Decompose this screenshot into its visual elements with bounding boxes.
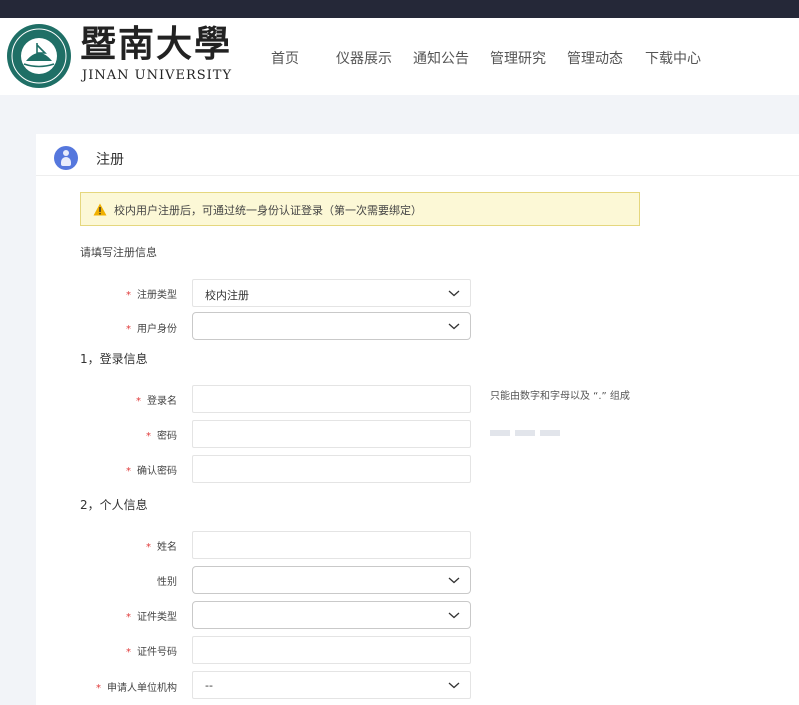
chevron-down-icon <box>448 323 460 330</box>
university-seal-icon <box>7 24 71 88</box>
required-mark: * <box>126 612 131 623</box>
org-label: * 申请人单位机构 <box>96 683 177 694</box>
nav-management-news[interactable]: 管理动态 <box>567 48 623 68</box>
login-name-input[interactable] <box>192 385 471 413</box>
id-number-input[interactable] <box>192 636 471 664</box>
name-label: * 姓名 <box>146 542 177 553</box>
name-input[interactable] <box>192 531 471 559</box>
notice-text: 校内用户注册后，可通过统一身份认证登录（第一次需要绑定） <box>114 204 422 217</box>
required-mark: * <box>136 396 141 407</box>
user-identity-label: * 用户身份 <box>126 324 177 335</box>
nav-management-research[interactable]: 管理研究 <box>490 48 546 68</box>
chevron-down-icon <box>448 290 460 297</box>
nav-notices[interactable]: 通知公告 <box>413 48 469 68</box>
page-title: 注册 <box>96 152 124 168</box>
gender-select[interactable] <box>192 566 471 594</box>
notice-banner: 校内用户注册后，可通过统一身份认证登录（第一次需要绑定） <box>80 192 640 226</box>
chevron-down-icon <box>448 612 460 619</box>
reg-type-label: * 注册类型 <box>126 290 177 301</box>
required-mark: * <box>146 431 151 442</box>
section-login-info: 1，登录信息 <box>80 352 148 366</box>
logo-title-cn: 暨南大學 <box>80 23 233 65</box>
login-name-label: * 登录名 <box>136 396 177 407</box>
password-strength-bar <box>540 430 560 436</box>
id-number-label: * 证件号码 <box>126 647 177 658</box>
confirm-password-label: * 确认密码 <box>126 466 177 477</box>
section-personal-info: 2，个人信息 <box>80 498 148 512</box>
confirm-password-input[interactable] <box>192 455 471 483</box>
org-value: -- <box>205 679 213 692</box>
user-identity-select[interactable] <box>192 312 471 340</box>
nav-downloads[interactable]: 下载中心 <box>645 48 701 68</box>
required-mark: * <box>146 542 151 553</box>
id-type-label: * 证件类型 <box>126 612 177 623</box>
required-mark: * <box>96 683 101 694</box>
top-bar <box>0 0 799 18</box>
required-mark: * <box>126 647 131 658</box>
nav-home[interactable]: 首页 <box>271 48 299 68</box>
register-panel: 注册 校内用户注册后，可通过统一身份认证登录（第一次需要绑定） 请填写注册信息 … <box>36 134 799 705</box>
reg-type-select[interactable]: 校内注册 <box>192 279 471 307</box>
password-input[interactable] <box>192 420 471 448</box>
title-divider <box>36 175 799 176</box>
password-strength-bar <box>490 430 510 436</box>
warning-icon <box>93 203 107 216</box>
password-strength-bar <box>515 430 535 436</box>
user-icon <box>54 146 78 170</box>
required-mark: * <box>126 466 131 477</box>
required-mark: * <box>126 324 131 335</box>
org-select[interactable]: -- <box>192 671 471 699</box>
reg-type-value: 校内注册 <box>205 289 249 302</box>
logo-title-en: JINAN UNIVERSITY <box>82 68 233 83</box>
id-type-select[interactable] <box>192 601 471 629</box>
chevron-down-icon <box>448 577 460 584</box>
nav-instruments[interactable]: 仪器展示 <box>336 48 392 68</box>
site-header: 暨南大學 JINAN UNIVERSITY 首页 仪器展示 通知公告 管理研究 … <box>0 18 799 95</box>
login-name-rule: 只能由数字和字母以及 “.” 组成 <box>490 391 630 402</box>
required-mark: * <box>126 290 131 301</box>
chevron-down-icon <box>448 682 460 689</box>
gender-label: 性别 <box>157 577 177 588</box>
password-label: * 密码 <box>146 431 177 442</box>
form-hint: 请填写注册信息 <box>80 246 157 259</box>
